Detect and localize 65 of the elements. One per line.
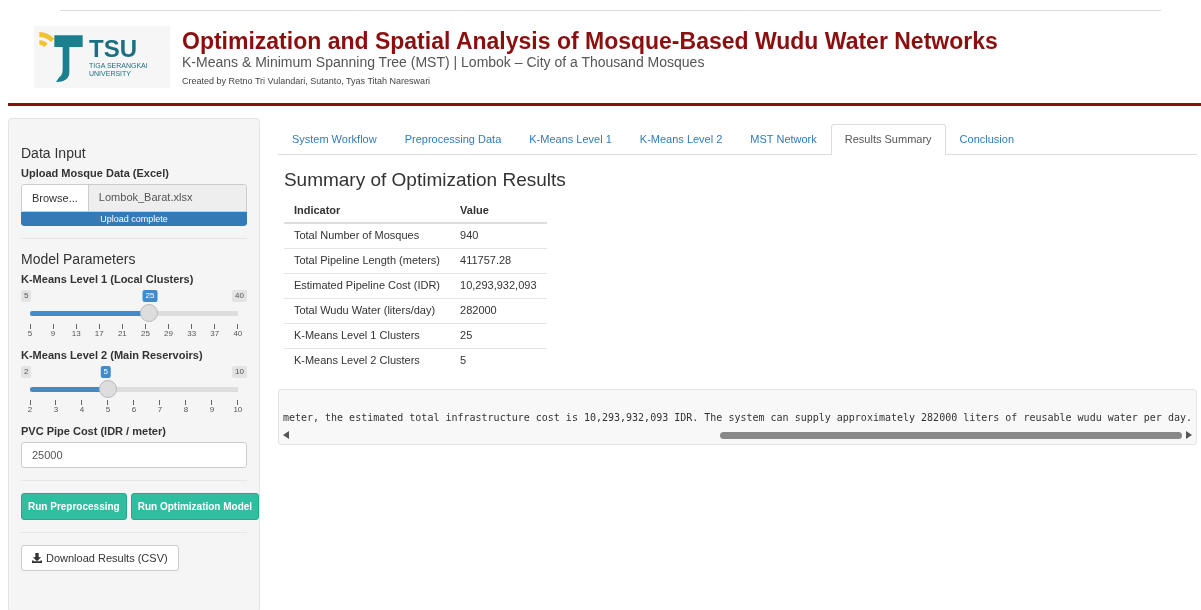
table-cell: 282000 bbox=[450, 298, 547, 324]
app-subtitle: K-Means & Minimum Spanning Tree (MST) | Lombok – City of a Thousand Mosques bbox=[182, 54, 706, 70]
tick-label: 29 bbox=[164, 329, 173, 339]
tab[interactable]: System Workflow bbox=[277, 124, 391, 154]
tab[interactable]: K-Means Level 1 bbox=[515, 124, 626, 154]
tick-label: 40 bbox=[233, 329, 243, 339]
download-button[interactable]: Download Results (CSV) bbox=[21, 545, 179, 571]
download-icon bbox=[32, 553, 42, 563]
slider-value-label: 5 bbox=[100, 366, 111, 378]
table-cell: 940 bbox=[450, 223, 547, 249]
table-cell: Total Number of Mosques bbox=[283, 223, 451, 249]
tab[interactable]: MST Network bbox=[736, 124, 831, 154]
table-cell: Total Pipeline Length (meters) bbox=[283, 248, 451, 274]
section-heading: Model Parameters bbox=[21, 251, 137, 267]
column-header: Indicator bbox=[283, 199, 451, 223]
tick-label: 21 bbox=[117, 329, 127, 339]
tick-label: 2 bbox=[27, 405, 33, 415]
table-cell: K-Means Level 1 Clusters bbox=[283, 323, 451, 349]
tab[interactable]: Results Summary bbox=[830, 124, 946, 155]
tick-label: 33 bbox=[187, 329, 197, 339]
slider-handle[interactable] bbox=[139, 304, 158, 322]
slider-min-label: 2 bbox=[21, 366, 32, 378]
tab[interactable]: K-Means Level 2 bbox=[625, 124, 737, 154]
table-cell: 10,293,932,093 bbox=[450, 273, 547, 299]
tick-label: 4 bbox=[79, 405, 85, 415]
output-text: meter, the estimated total infrastructure cost is 10,293,932,093 IDR. The system can supply approximately 282000 liters of reusable wudu water per day. bbox=[281, 411, 1193, 425]
tab[interactable]: Conclusion bbox=[945, 124, 1028, 154]
slider-max-label: 10 bbox=[232, 366, 247, 378]
slider-max-label: 40 bbox=[232, 290, 247, 302]
tick-label: 10 bbox=[233, 405, 243, 415]
tick-label: 17 bbox=[94, 329, 104, 339]
slider-handle[interactable] bbox=[98, 380, 117, 398]
column-header: Value bbox=[450, 199, 547, 223]
table-cell: 5 bbox=[450, 348, 547, 373]
progress-bar: Upload complete bbox=[21, 212, 247, 226]
tick-label: 5 bbox=[27, 329, 33, 339]
tick-label: 9 bbox=[209, 405, 215, 415]
tick-label: 6 bbox=[131, 405, 137, 415]
slider-label: K-Means Level 1 (Local Clusters) bbox=[21, 273, 195, 285]
slider-value-label: 25 bbox=[142, 290, 158, 302]
section-heading: Summary of Optimization Results bbox=[283, 169, 567, 191]
scroll-left-icon[interactable] bbox=[282, 431, 289, 439]
tick-label: 9 bbox=[50, 329, 56, 339]
tick-label: 13 bbox=[71, 329, 81, 339]
table-cell: K-Means Level 2 Clusters bbox=[283, 348, 451, 373]
slider-min-label: 5 bbox=[21, 290, 32, 302]
table-cell: 411757.28 bbox=[450, 248, 547, 274]
tick-label: 7 bbox=[157, 405, 163, 415]
table-cell: Total Wudu Water (liters/day) bbox=[283, 298, 451, 324]
tick-label: 37 bbox=[210, 329, 220, 339]
tick-label: 8 bbox=[183, 405, 189, 415]
tick-label: 5 bbox=[105, 405, 111, 415]
field-label: Upload Mosque Data (Excel) bbox=[21, 167, 170, 179]
tab[interactable]: Preprocessing Data bbox=[390, 124, 516, 154]
table-cell: 25 bbox=[450, 323, 547, 349]
tick-label: 3 bbox=[53, 405, 59, 415]
tick-label: 25 bbox=[141, 329, 150, 339]
credits-text: Created by Retno Tri Vulandari, Sutanto, Tyas Titah Nareswari bbox=[182, 76, 432, 86]
field-label: PVC Pipe Cost (IDR / meter) bbox=[21, 425, 167, 437]
table-cell: Estimated Pipeline Cost (IDR) bbox=[283, 273, 451, 299]
app-title: Optimization and Spatial Analysis of Mosque-Based Wudu Water Networks bbox=[182, 28, 998, 54]
section-heading: Data Input bbox=[21, 145, 87, 161]
slider-label: K-Means Level 2 (Main Reservoirs) bbox=[21, 349, 204, 361]
scroll-right-icon[interactable] bbox=[1186, 431, 1192, 439]
pipe-cost-field[interactable]: 25000 bbox=[21, 442, 247, 468]
